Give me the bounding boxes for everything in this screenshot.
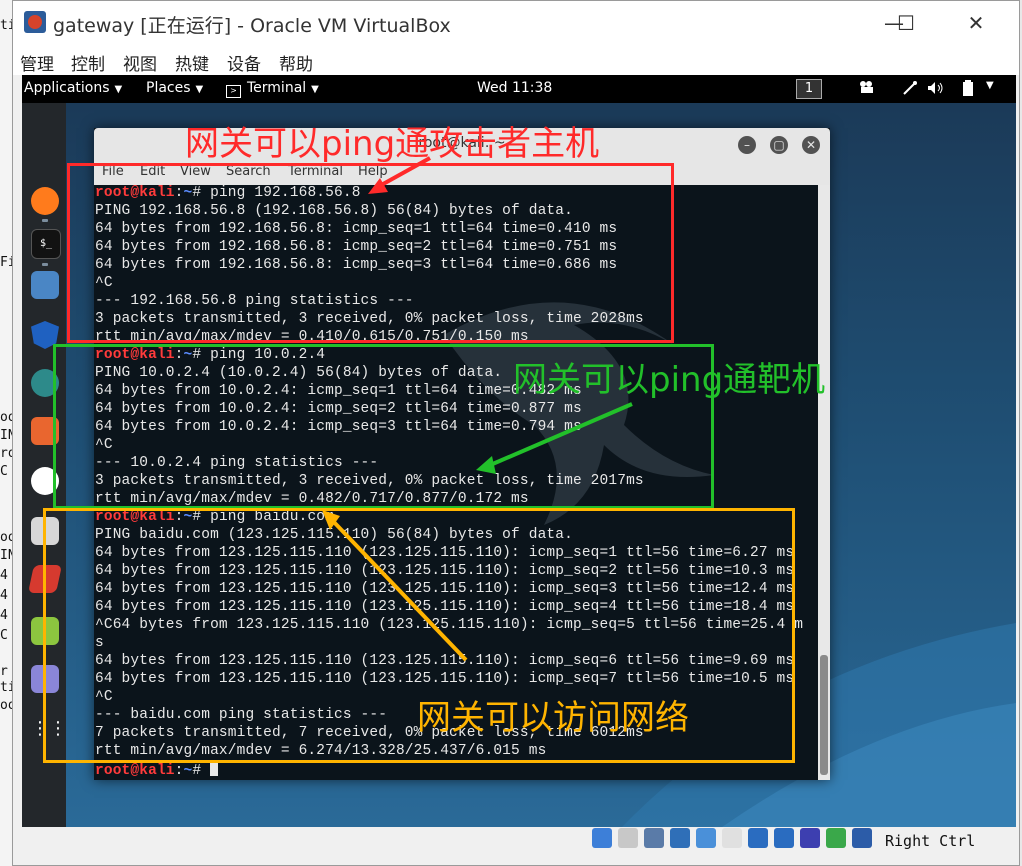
terminal-close-button[interactable]: ✕	[802, 136, 820, 154]
menu-devices[interactable]: 设备	[227, 50, 261, 75]
menu-view[interactable]: 视图	[123, 50, 157, 75]
menu-manage[interactable]: 管理	[20, 50, 54, 75]
running-indicator	[42, 263, 48, 266]
host-key-label: Right Ctrl	[885, 832, 976, 850]
host-window-fragment: 4	[0, 568, 8, 583]
annotation-internet-label: 网关可以访问网络	[417, 698, 689, 738]
prompt-symbol: #	[192, 763, 211, 779]
host-window-fragment: 4	[0, 608, 8, 623]
terminal-icon[interactable]: $_	[31, 229, 61, 259]
running-indicator	[42, 219, 48, 222]
maximize-button[interactable]: ☐	[883, 5, 929, 41]
video-capture-icon[interactable]	[774, 828, 794, 848]
display-icon[interactable]	[748, 828, 768, 848]
menubar: 管理 控制 视图 热键 设备 帮助	[13, 45, 1019, 75]
host-window-fragment: 4	[0, 588, 8, 603]
network-icon[interactable]	[670, 828, 690, 848]
network-wired-icon[interactable]	[902, 80, 918, 100]
annotation-attacker-label: 网关可以ping通攻击者主机	[185, 124, 600, 164]
terminal-app-menu[interactable]: > Terminal ▼	[226, 80, 319, 98]
host-window-fragment: r	[0, 664, 8, 679]
workspace-indicator[interactable]: 1	[796, 79, 822, 99]
prompt-user: root@kali	[95, 763, 175, 779]
terminal-prompt-line: root@kali:~#	[95, 761, 219, 779]
system-menu-chevron-icon[interactable]: ▼	[986, 80, 994, 91]
volume-icon[interactable]	[926, 80, 946, 100]
window-title: gateway [正在运行] - Oracle VM VirtualBox	[53, 15, 451, 37]
shared-folder-icon[interactable]	[722, 828, 742, 848]
keyboard-capture-icon[interactable]	[852, 828, 872, 848]
optical-drive-icon[interactable]	[618, 828, 638, 848]
close-button[interactable]: ✕	[953, 5, 999, 41]
annotation-target-label: 网关可以ping通靶机	[513, 360, 826, 400]
host-window-fragment: C	[0, 464, 8, 479]
battery-icon[interactable]	[962, 80, 974, 100]
firefox-icon[interactable]	[31, 187, 59, 215]
menu-hotkey[interactable]: 热键	[175, 50, 209, 75]
applications-menu[interactable]: Applications ▼	[24, 80, 122, 96]
video-camera-icon[interactable]	[858, 80, 876, 98]
disk-icon[interactable]	[592, 828, 612, 848]
terminal-maximize-button[interactable]: ▢	[770, 136, 788, 154]
menu-control[interactable]: 控制	[71, 50, 105, 75]
terminal-scrollbar[interactable]	[818, 185, 830, 780]
usb-icon[interactable]	[644, 828, 664, 848]
gnome-top-bar: Applications ▼ Places ▼ > Terminal ▼ Wed 11:…	[22, 75, 1016, 103]
files-icon[interactable]	[31, 271, 59, 299]
cpu-icon[interactable]	[800, 828, 820, 848]
annotation-box-attacker	[67, 163, 674, 343]
places-menu[interactable]: Places ▼	[146, 80, 203, 96]
prompt-separator: :	[174, 763, 184, 779]
window-titlebar: gateway [正在运行] - Oracle VM VirtualBox — …	[13, 1, 1019, 45]
menu-help[interactable]: 帮助	[279, 50, 313, 75]
pencil-icon[interactable]	[696, 828, 716, 848]
scrollbar-thumb[interactable]	[820, 655, 828, 775]
terminal-small-icon: >	[226, 85, 241, 98]
mouse-integration-icon[interactable]	[826, 828, 846, 848]
clock[interactable]: Wed 11:38	[477, 80, 552, 96]
virtualbox-icon	[24, 11, 46, 33]
text-cursor	[210, 761, 219, 776]
terminal-minimize-button[interactable]: –	[738, 136, 756, 154]
host-window-fragment: C	[0, 628, 8, 643]
